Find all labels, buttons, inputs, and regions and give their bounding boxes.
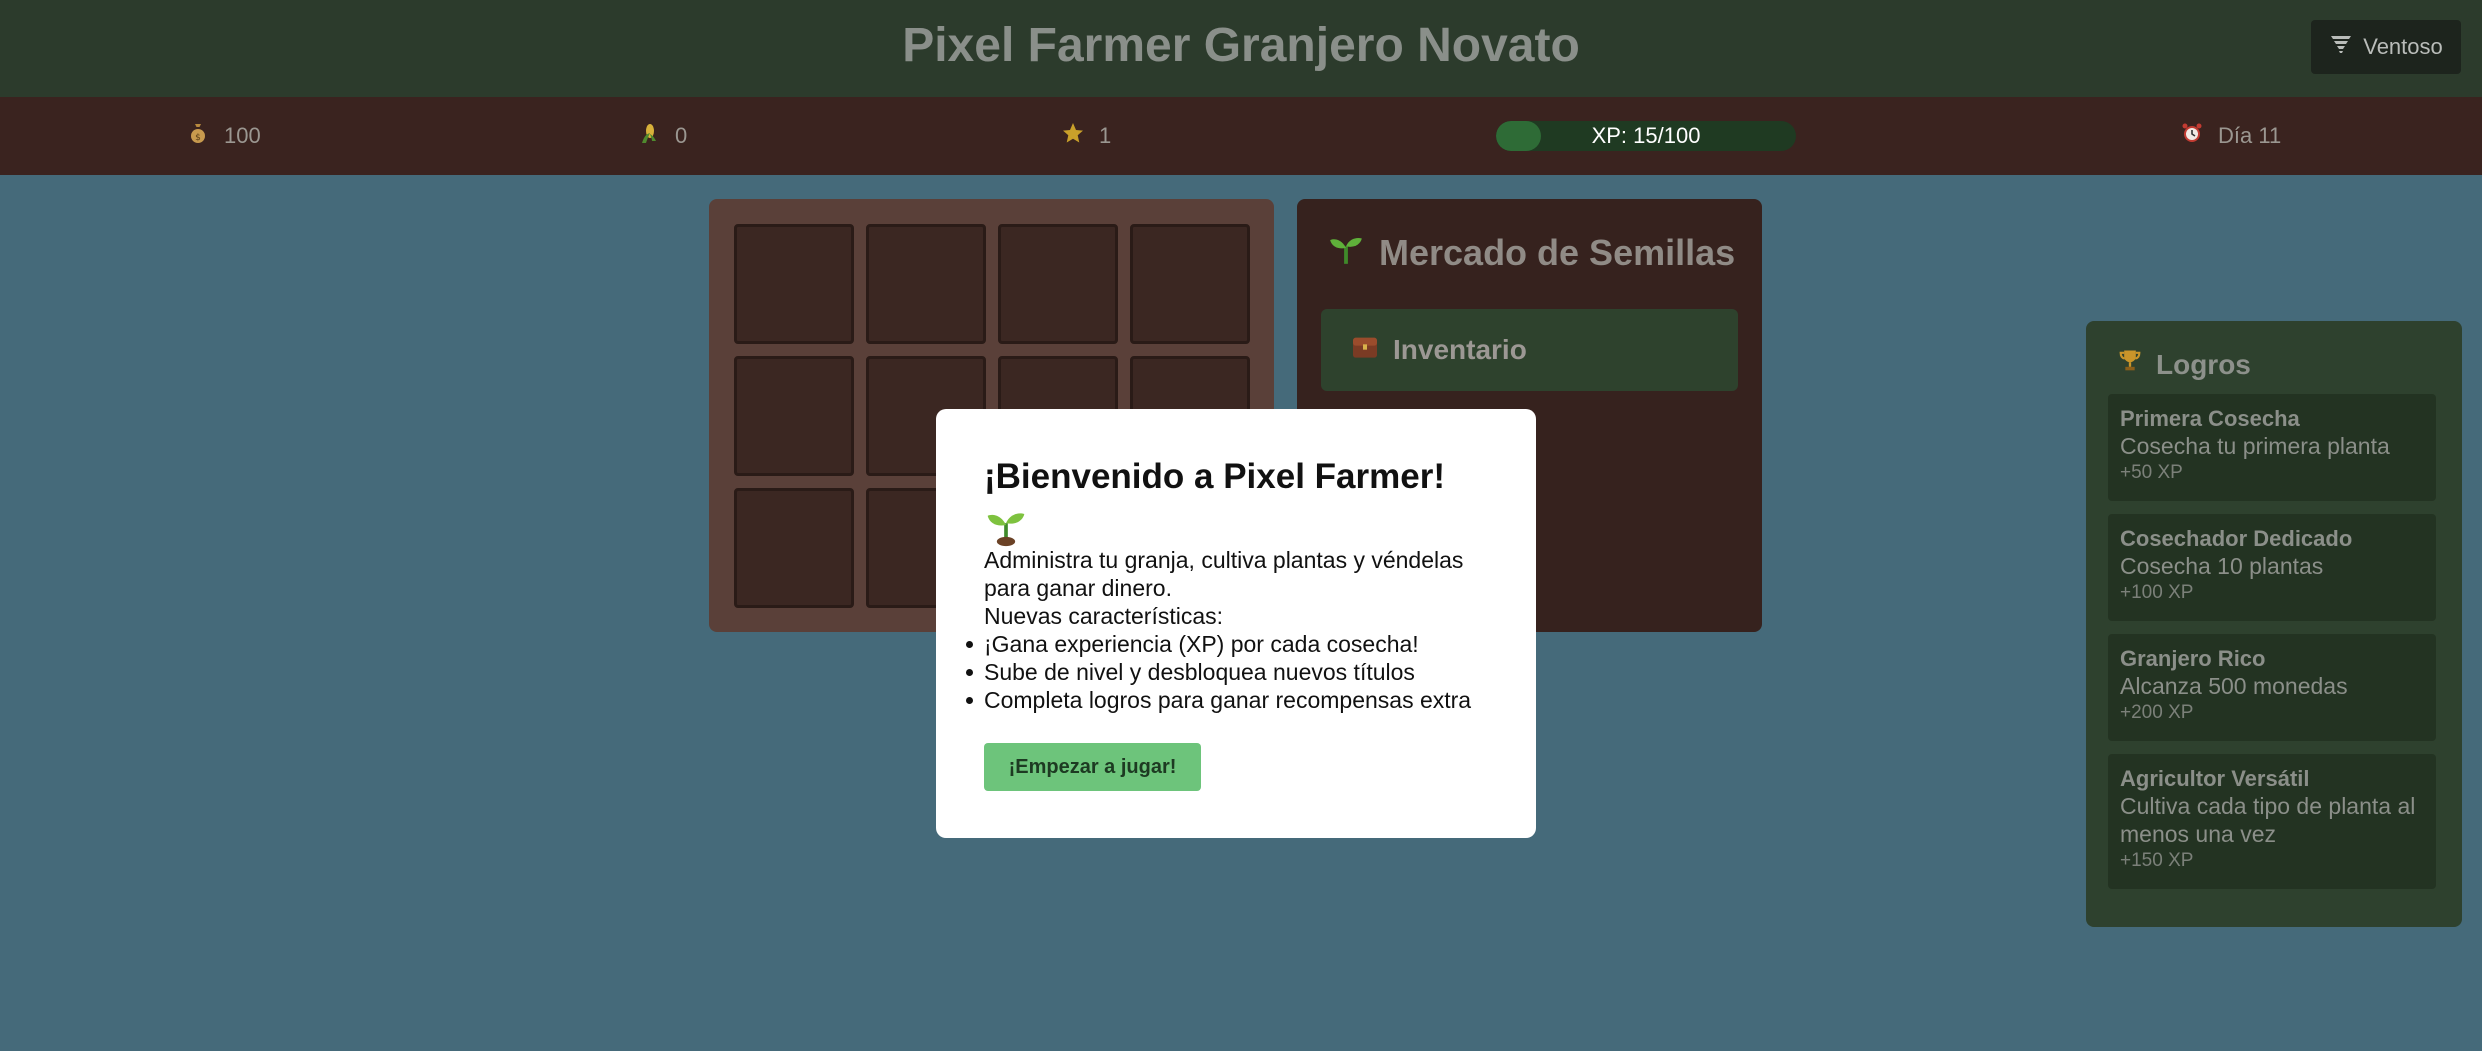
star-icon — [1061, 121, 1085, 151]
day-value: Día 11 — [2218, 123, 2282, 148]
svg-text:$: $ — [195, 133, 201, 143]
achievements-panel: Logros Primera Cosecha Cosecha tu primer… — [2086, 321, 2462, 927]
achievement-xp: +50 XP — [2120, 462, 2183, 483]
day-stat: Día 11 — [2180, 97, 2281, 175]
achievements-title: Logros — [2156, 348, 2251, 380]
modal-intro: Administra tu granja, cultiva plantas y … — [984, 547, 1464, 601]
level-value: 1 — [1099, 123, 1112, 148]
achievement-name: Agricultor Versátil — [2120, 766, 2310, 791]
modal-features-list: ¡Gana experiencia (XP) por cada cosecha!… — [966, 630, 1504, 714]
achievement-card: Agricultor Versátil Cultiva cada tipo de… — [2108, 754, 2436, 889]
achievement-name: Cosechador Dedicado — [2120, 526, 2353, 551]
achievement-card: Cosechador Dedicado Cosecha 10 plantas +… — [2108, 514, 2436, 621]
stats-bar — [0, 97, 2482, 175]
alarm-clock-icon — [2180, 121, 2204, 151]
achievement-desc: Cosecha tu primera planta — [2120, 433, 2390, 459]
money-stat: $ 100 — [186, 97, 261, 175]
farm-plot[interactable] — [734, 224, 854, 344]
achievement-xp: +150 XP — [2120, 850, 2194, 871]
inventory-button[interactable]: Inventario — [1321, 309, 1738, 391]
crops-value: 0 — [675, 123, 688, 148]
money-value: 100 — [224, 123, 261, 148]
tornado-icon — [2329, 32, 2353, 62]
achievement-desc: Cultiva cada tipo de planta al menos una… — [2120, 793, 2416, 847]
crops-stat: 0 — [637, 97, 687, 175]
seedling-icon — [1327, 229, 1365, 276]
achievement-name: Granjero Rico — [2120, 646, 2266, 671]
achievement-name: Primera Cosecha — [2120, 406, 2300, 431]
achievement-desc: Cosecha 10 plantas — [2120, 553, 2324, 579]
start-game-button[interactable]: ¡Empezar a jugar! — [984, 743, 1201, 791]
farm-plot[interactable] — [734, 488, 854, 608]
header-bar: Pixel Farmer Granjero Novato Ventoso — [0, 0, 2482, 97]
achievement-card: Primera Cosecha Cosecha tu primera plant… — [2108, 394, 2436, 501]
page-title: Pixel Farmer Granjero Novato — [902, 19, 1580, 72]
xp-text: XP: 15/100 — [1591, 123, 1701, 148]
corn-icon — [637, 121, 661, 151]
modal-body: Administra tu granja, cultiva plantas y … — [966, 546, 1504, 714]
weather-label: Ventoso — [2363, 34, 2443, 59]
farm-plot[interactable] — [734, 356, 854, 476]
achievements-heading: Logros — [2116, 347, 2251, 382]
market-title: Mercado de Semillas — [1379, 231, 1736, 273]
farm-plot[interactable] — [998, 224, 1118, 344]
farm-plot[interactable] — [1130, 224, 1250, 344]
money-bag-icon: $ — [186, 121, 210, 151]
market-heading: Mercado de Semillas — [1327, 229, 1735, 276]
chest-icon — [1349, 331, 1381, 370]
achievement-card: Granjero Rico Alcanza 500 monedas +200 X… — [2108, 634, 2436, 741]
welcome-modal: ¡Bienvenido a Pixel Farmer! Administra t… — [936, 409, 1536, 838]
trophy-icon — [2116, 347, 2144, 382]
inventory-label: Inventario — [1393, 334, 1527, 365]
list-item: Sube de nivel y desbloquea nuevos título… — [966, 658, 1504, 686]
achievement-xp: +100 XP — [2120, 582, 2194, 603]
weather-button[interactable]: Ventoso — [2311, 20, 2461, 74]
modal-title: ¡Bienvenido a Pixel Farmer! — [984, 455, 1504, 547]
list-item: ¡Gana experiencia (XP) por cada cosecha! — [966, 630, 1504, 658]
farm-plot[interactable] — [866, 224, 986, 344]
modal-title-text: ¡Bienvenido a Pixel Farmer! — [984, 457, 1445, 496]
level-stat: 1 — [1061, 97, 1111, 175]
xp-progress-bar: XP: 15/100 — [1496, 121, 1796, 151]
list-item: Completa logros para ganar recompensas e… — [966, 686, 1504, 714]
achievement-xp: +200 XP — [2120, 702, 2194, 723]
modal-features-heading: Nuevas características: — [984, 603, 1224, 629]
seedling-icon — [984, 501, 1028, 547]
achievement-desc: Alcanza 500 monedas — [2120, 673, 2348, 699]
